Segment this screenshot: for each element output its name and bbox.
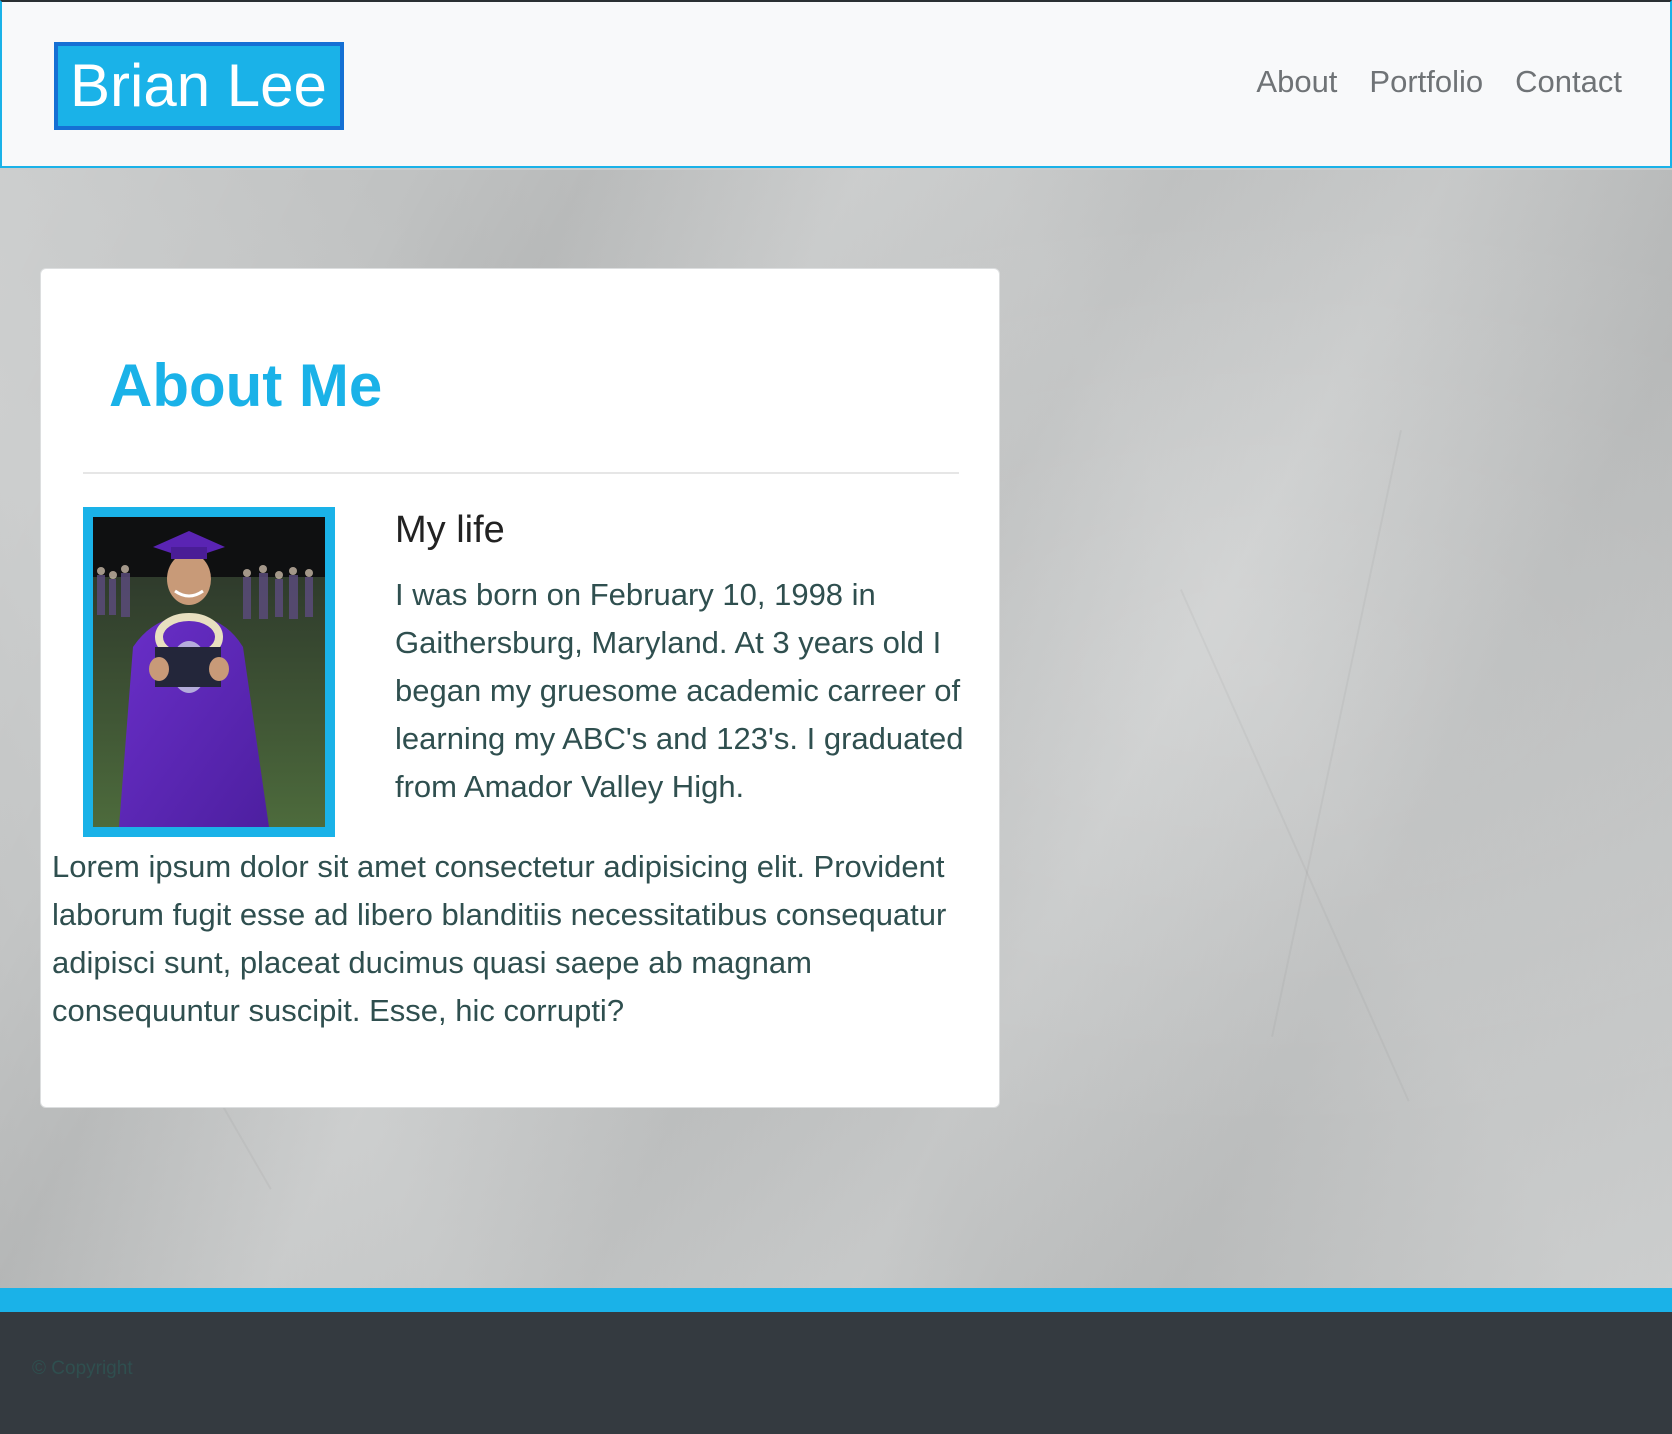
footer-accent-bar bbox=[0, 1288, 1672, 1312]
section-heading: My life bbox=[395, 509, 505, 551]
copyright-text: © Copyright bbox=[32, 1358, 133, 1379]
nav-links: About Portfolio Contact bbox=[1256, 64, 1622, 100]
bio-text: I was born on February 10, 1998 in Gaith… bbox=[395, 577, 964, 804]
brand-logo-link[interactable]: Brian Lee bbox=[54, 42, 344, 130]
about-card: About Me My life I was born on February … bbox=[40, 268, 1000, 1108]
nav-link-portfolio[interactable]: Portfolio bbox=[1369, 64, 1483, 100]
paper-crease bbox=[1180, 589, 1410, 1101]
profile-photo-frame bbox=[83, 507, 335, 837]
paper-crease bbox=[1271, 430, 1402, 1037]
about-title: About Me bbox=[109, 352, 383, 419]
nav-link-contact[interactable]: Contact bbox=[1515, 64, 1622, 100]
lorem-paragraph: Lorem ipsum dolor sit amet consectetur a… bbox=[52, 849, 947, 1028]
profile-photo bbox=[93, 517, 325, 827]
navbar: Brian Lee About Portfolio Contact bbox=[0, 0, 1672, 168]
nav-link-about[interactable]: About bbox=[1256, 64, 1337, 100]
divider bbox=[83, 472, 959, 474]
footer: © Copyright bbox=[0, 1312, 1672, 1434]
